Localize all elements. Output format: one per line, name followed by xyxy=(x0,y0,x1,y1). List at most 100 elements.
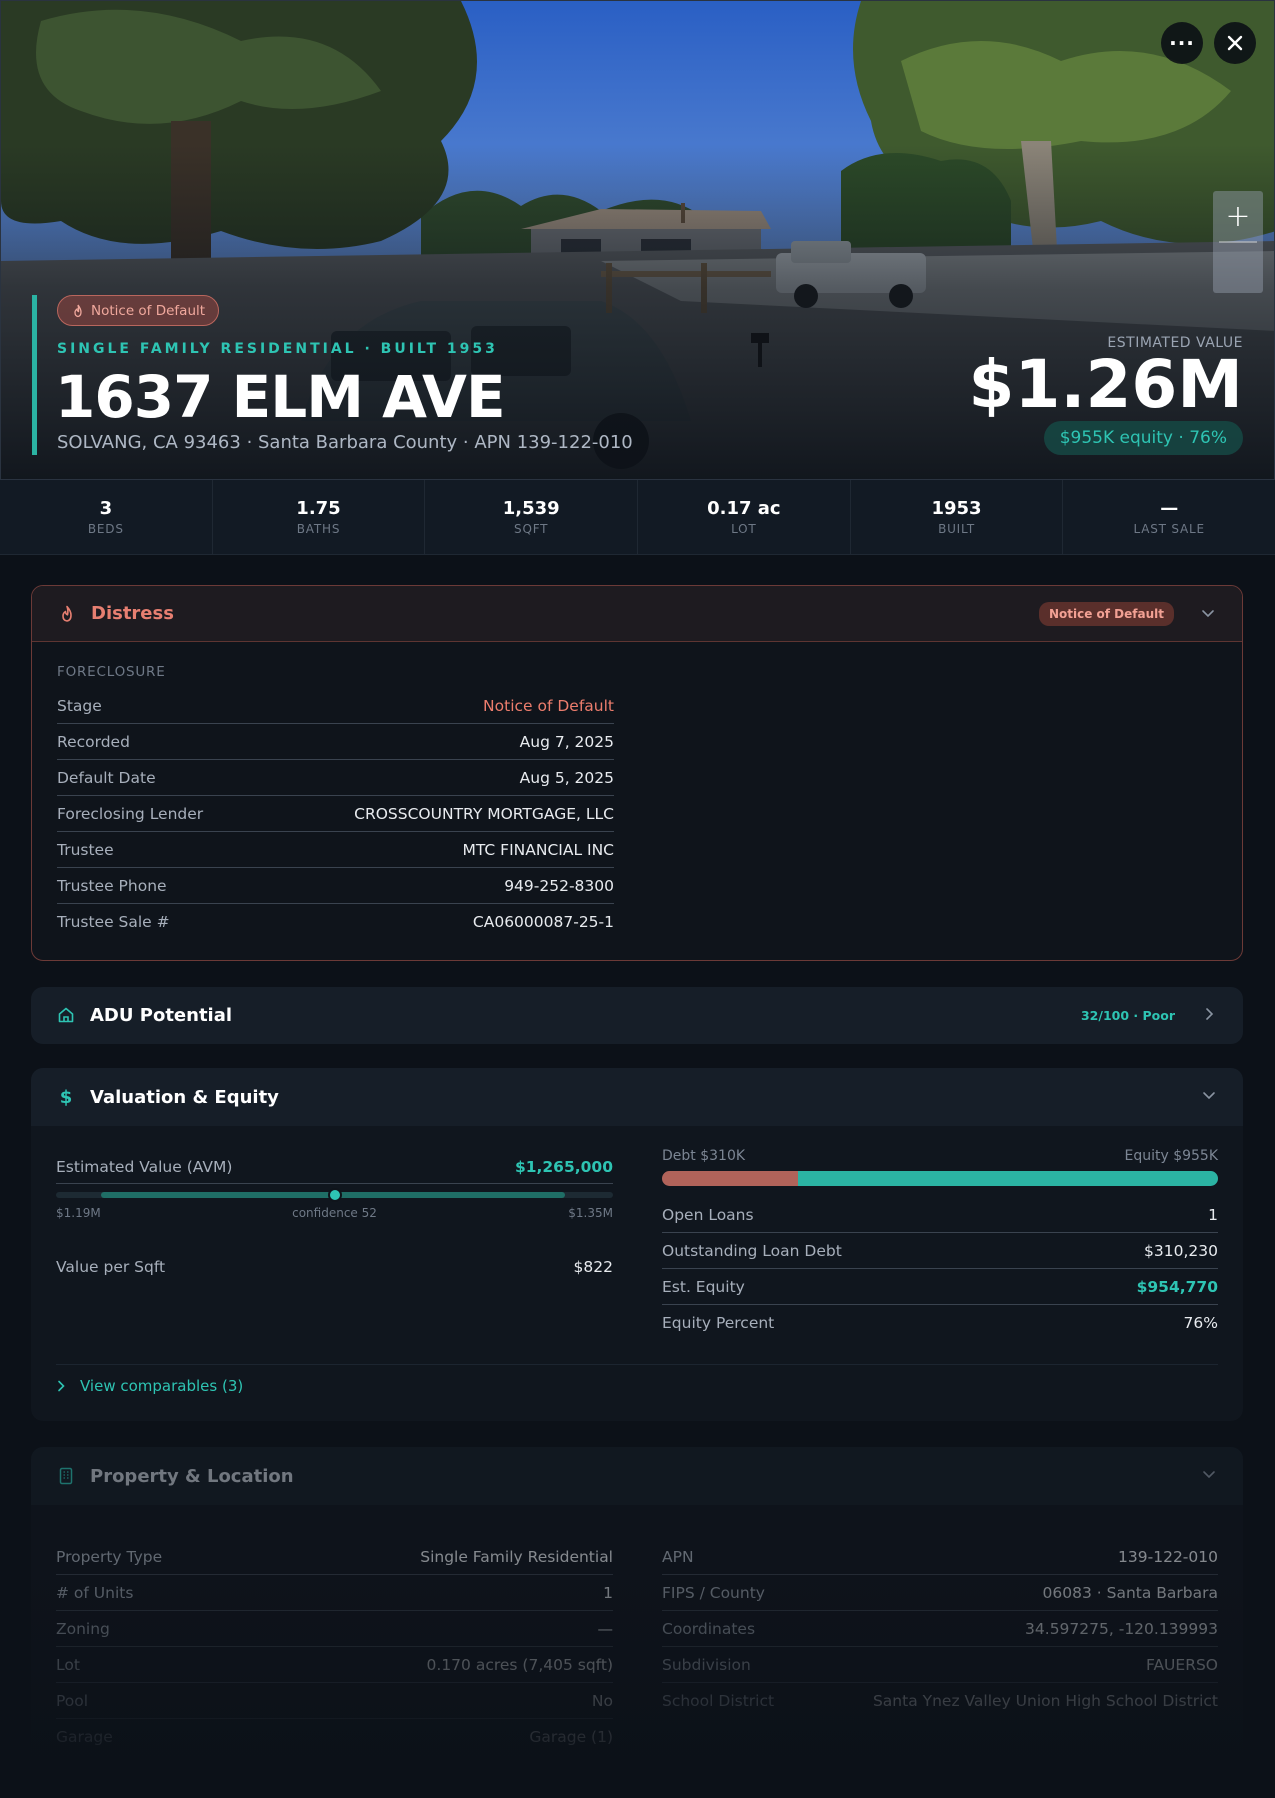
property-details-right: APN 139-122-010 FIPS / County 06083 · Sa… xyxy=(662,1539,1218,1719)
detail-value: 1 xyxy=(1208,1205,1218,1224)
stat-value: — xyxy=(1160,498,1179,519)
more-options-button[interactable]: ··· xyxy=(1161,22,1203,64)
stat-value: 0.17 ac xyxy=(707,498,781,519)
detail-key: Pool xyxy=(56,1691,89,1710)
detail-row-equity-percent: Equity Percent 76% xyxy=(662,1305,1218,1341)
detail-key: School District xyxy=(662,1692,775,1710)
detail-key: Lot xyxy=(56,1655,80,1674)
flame-icon xyxy=(74,304,82,317)
detail-row-zoning: Zoning — xyxy=(56,1611,613,1647)
avm-marker xyxy=(327,1188,342,1202)
adu-potential-card[interactable]: ADU Potential 32/100 · Poor xyxy=(31,987,1243,1044)
detail-value: 139-122-010 xyxy=(1118,1547,1218,1566)
detail-row-trustee-phone: Trustee Phone 949-252-8300 xyxy=(57,868,614,904)
stat-baths: 1.75 BATHS xyxy=(211,480,425,554)
detail-row-lot: Lot 0.170 acres (7,405 sqft) xyxy=(56,1647,613,1683)
detail-key: Trustee xyxy=(57,840,114,859)
avm-high: $1.35M xyxy=(568,1206,613,1220)
property-address-title: 1637 ELM AVE xyxy=(55,363,506,431)
detail-value: No xyxy=(591,1691,613,1710)
detail-value: Garage (1) xyxy=(529,1728,613,1746)
close-icon xyxy=(1227,35,1243,51)
stat-label: BATHS xyxy=(296,522,341,536)
more-icon: ··· xyxy=(1169,31,1195,55)
adu-score-badge: 32/100 · Poor xyxy=(1080,1007,1175,1023)
view-comparables-label: View comparables (3) xyxy=(80,1377,244,1395)
adu-title: ADU Potential xyxy=(90,1004,233,1026)
value-per-sqft-row: Value per Sqft $822 xyxy=(56,1249,613,1285)
detail-key: Equity Percent xyxy=(662,1314,775,1332)
detail-value: MTC FINANCIAL INC xyxy=(462,840,614,859)
detail-row-est-equity: Est. Equity $954,770 xyxy=(662,1269,1218,1305)
detail-value: $310,230 xyxy=(1144,1241,1218,1260)
stat-label: LAST SALE xyxy=(1133,522,1205,536)
building-icon xyxy=(57,1467,75,1485)
detail-row-fips: FIPS / County 06083 · Santa Barbara xyxy=(662,1575,1218,1611)
property-title: Property & Location xyxy=(90,1465,294,1487)
equity-segment xyxy=(798,1171,1218,1186)
hero-accent-bar xyxy=(32,295,37,455)
hero: ··· + − Notice of Default SINGLE FAMILY … xyxy=(0,0,1275,480)
avm-range-labels: $1.19M confidence 52 $1.35M xyxy=(56,1206,613,1220)
close-button[interactable] xyxy=(1214,22,1256,64)
detail-value: CA06000087-25-1 xyxy=(472,913,614,931)
detail-value: — xyxy=(597,1619,614,1638)
stat-label: BEDS xyxy=(87,522,124,536)
adu-card-header[interactable]: ADU Potential 32/100 · Poor xyxy=(31,987,1243,1043)
detail-key: Default Date xyxy=(57,768,156,787)
map-zoom-control: + − xyxy=(1213,191,1263,293)
detail-key: Trustee Phone xyxy=(57,876,167,895)
detail-value: Aug 5, 2025 xyxy=(519,768,614,787)
chevron-down-icon[interactable] xyxy=(1201,1466,1217,1482)
detail-key: Garage xyxy=(56,1728,113,1746)
stat-label: BUILT xyxy=(938,522,975,536)
zoom-in-button[interactable]: + xyxy=(1213,191,1263,241)
valuation-card-header[interactable]: $ Valuation & Equity xyxy=(31,1068,1243,1126)
avm-low: $1.19M xyxy=(56,1206,101,1220)
detail-value: 76% xyxy=(1183,1314,1218,1332)
equity-label: Equity $955K xyxy=(1124,1148,1218,1164)
stat-value: 1953 xyxy=(931,498,982,519)
avm-confidence: confidence 52 xyxy=(292,1206,377,1220)
detail-value: FAUERSO xyxy=(1145,1655,1218,1674)
detail-row-subdivision: Subdivision FAUERSO xyxy=(662,1647,1218,1683)
detail-row-trustee-sale: Trustee Sale # CA06000087-25-1 xyxy=(57,904,614,940)
detail-key: Value per Sqft xyxy=(56,1258,166,1276)
stat-label: LOT xyxy=(731,522,757,536)
detail-value: $954,770 xyxy=(1136,1277,1218,1296)
stat-value: 3 xyxy=(99,498,113,519)
flame-icon xyxy=(58,605,76,623)
detail-row-trustee: Trustee MTC FINANCIAL INC xyxy=(57,832,614,868)
detail-value[interactable]: 949-252-8300 xyxy=(504,877,614,895)
avm-row: Estimated Value (AVM) $1,265,000 xyxy=(56,1150,613,1184)
detail-key: Subdivision xyxy=(662,1655,751,1674)
view-comparables-link[interactable]: View comparables (3) xyxy=(56,1377,243,1395)
property-details-left: Property Type Single Family Residential … xyxy=(56,1539,613,1755)
estimated-value: $1.26M xyxy=(968,346,1243,423)
chevron-down-icon[interactable] xyxy=(1201,1087,1217,1103)
detail-key: Open Loans xyxy=(662,1205,754,1224)
distress-title: Distress xyxy=(91,603,174,624)
detail-row-recorded: Recorded Aug 7, 2025 xyxy=(57,724,614,760)
detail-value: Santa Ynez Valley Union High School Dist… xyxy=(872,1692,1218,1710)
detail-row-coordinates: Coordinates 34.597275, -120.139993 xyxy=(662,1611,1218,1647)
detail-row-school-district: School District Santa Ynez Valley Union … xyxy=(662,1683,1218,1719)
chevron-down-icon[interactable] xyxy=(1200,605,1216,621)
dollar-icon: $ xyxy=(59,1086,73,1108)
detail-row-garage: Garage Garage (1) xyxy=(56,1719,613,1755)
detail-value: 0.170 acres (7,405 sqft) xyxy=(426,1655,613,1674)
debt-equity-bar xyxy=(662,1171,1218,1186)
detail-key: Coordinates xyxy=(662,1619,756,1638)
home-icon xyxy=(57,1006,75,1024)
detail-row-open-loans: Open Loans 1 xyxy=(662,1197,1218,1233)
property-card-header[interactable]: Property & Location xyxy=(31,1447,1243,1505)
detail-row-loan-debt: Outstanding Loan Debt $310,230 xyxy=(662,1233,1218,1269)
detail-value: Notice of Default xyxy=(483,696,614,715)
distress-card-header[interactable]: Distress Notice of Default xyxy=(32,586,1242,642)
detail-row-lender: Foreclosing Lender CROSSCOUNTRY MORTGAGE… xyxy=(57,796,614,832)
detail-key: Recorded xyxy=(57,732,130,751)
zoom-out-button[interactable]: − xyxy=(1213,243,1263,293)
detail-value: $822 xyxy=(573,1258,613,1276)
chevron-right-icon[interactable] xyxy=(1201,1006,1217,1022)
detail-row-stage: Stage Notice of Default xyxy=(57,688,614,724)
